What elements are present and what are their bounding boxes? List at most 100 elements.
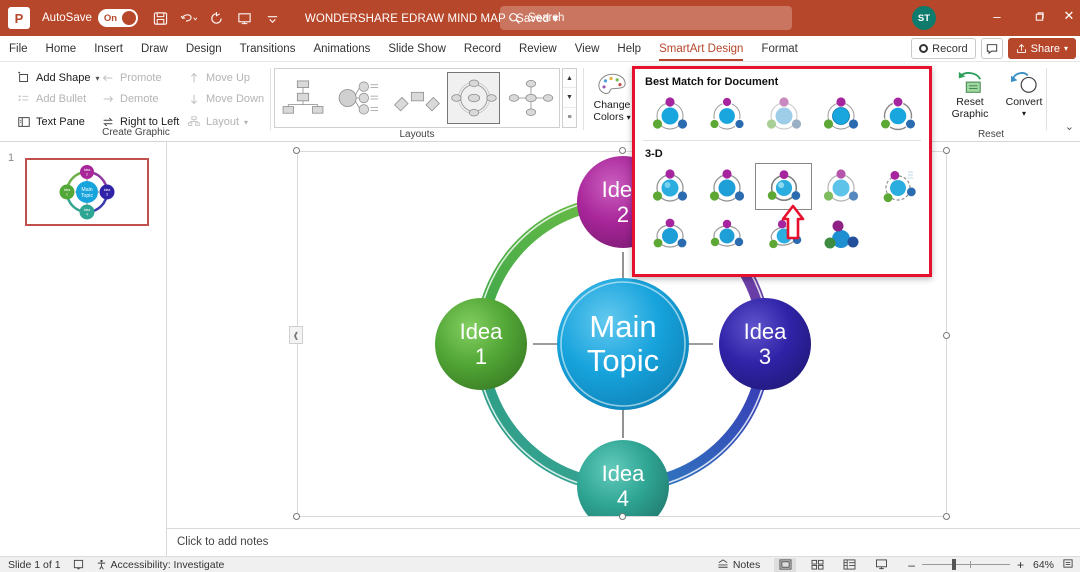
layouts-scroll-up-button[interactable]: ▲ [563, 69, 576, 88]
avatar[interactable]: ST [912, 6, 936, 30]
tab-draw[interactable]: Draw [132, 36, 177, 62]
demote-icon [100, 92, 115, 107]
redo-icon[interactable] [208, 10, 225, 27]
reset-graphic-icon [958, 71, 982, 93]
zoom-in-button[interactable]: + [1017, 558, 1024, 572]
zoom-slider[interactable]: – + [908, 558, 1024, 572]
ribbon-collapse-button[interactable]: ⌄ [1065, 120, 1074, 133]
notes-indicator-icon[interactable] [73, 559, 84, 570]
layouts-gallery-scrollbar[interactable]: ▲ ▼ ≡ [562, 68, 577, 128]
notes-button[interactable]: Notes [717, 559, 760, 571]
zoom-level[interactable]: 64% [1033, 559, 1054, 571]
reset-graphic-label-line2: Graphic [951, 108, 989, 120]
autosave-toggle[interactable]: On [97, 9, 138, 27]
tab-transitions[interactable]: Transitions [231, 36, 305, 62]
style-subtle-effect[interactable] [755, 91, 812, 138]
svg-text:3: 3 [106, 193, 108, 197]
accessibility-label: Accessibility: Investigate [110, 558, 225, 571]
idea4-line2: 4 [616, 486, 630, 511]
slide-count[interactable]: Slide 1 of 1 [8, 559, 61, 571]
start-presentation-icon[interactable] [236, 10, 253, 27]
tab-format[interactable]: Format [752, 36, 806, 62]
share-button[interactable]: Share ▾ [1007, 38, 1076, 59]
style-3d-polished[interactable] [641, 163, 698, 210]
style-3d-sunset-scene[interactable] [698, 210, 755, 257]
tab-smartart-design[interactable]: SmartArt Design [650, 36, 752, 62]
text-pane-collapse-button[interactable]: ❰ [289, 326, 303, 344]
style-3d-flat-scene[interactable] [641, 210, 698, 257]
title-bar: P AutoSave On WONDERSHARE EDRAW MIND MAP… [0, 0, 1080, 36]
node-label-idea1[interactable]: Idea 1 [435, 298, 527, 390]
customize-quick-access-icon[interactable] [264, 10, 281, 27]
slideshow-view-button[interactable] [870, 558, 892, 572]
record-label: Record [932, 42, 968, 55]
add-bullet-label: Add Bullet [36, 93, 87, 105]
fit-to-window-icon[interactable] [1062, 558, 1074, 572]
undo-icon[interactable] [180, 10, 197, 27]
record-button[interactable]: Record [911, 38, 976, 59]
node-label-main-topic[interactable]: Main Topic [557, 278, 689, 410]
slide-sorter-view-button[interactable] [806, 558, 828, 572]
reading-view-button[interactable] [838, 558, 860, 572]
accessibility-status[interactable]: Accessibility: Investigate [96, 558, 225, 571]
style-3d-brick-scene[interactable] [869, 163, 926, 210]
reset-graphic-button[interactable]: Reset Graphic [944, 70, 996, 120]
style-simple-fill[interactable] [641, 91, 698, 138]
layout-thumb-hierarchy[interactable] [277, 72, 330, 124]
notes-icon [718, 559, 728, 568]
convert-chevron-down-icon[interactable]: ▾ [1022, 108, 1026, 120]
tab-design[interactable]: Design [177, 36, 231, 62]
notes-pane[interactable]: Click to add notes [167, 528, 1080, 556]
save-icon[interactable] [152, 10, 169, 27]
slide-thumbnail-1[interactable]: Main Topic Idea 2 Idea 1 Idea 3 Idea 4 [25, 158, 149, 226]
minimize-button[interactable]: – [976, 0, 1018, 32]
add-shape-chevron-down-icon[interactable]: ▾ [95, 74, 99, 83]
tab-view[interactable]: View [566, 36, 609, 62]
layouts-more-button[interactable]: ≡ [563, 108, 576, 127]
normal-view-button[interactable] [774, 557, 797, 572]
layouts-gallery[interactable] [274, 68, 560, 128]
search-input[interactable]: Search [500, 6, 792, 30]
autosave-state: On [103, 12, 118, 24]
tab-slide-show[interactable]: Slide Show [379, 36, 455, 62]
zoom-knob[interactable] [951, 559, 956, 570]
comments-button[interactable] [980, 38, 1003, 59]
zoom-out-button[interactable]: – [908, 558, 915, 572]
layout-thumb-radial-cluster[interactable] [504, 72, 557, 124]
thumbnail-mindmap-preview: Main Topic Idea 2 Idea 1 Idea 3 Idea 4 [59, 165, 115, 220]
main-topic-line2: Topic [586, 343, 660, 378]
tab-file[interactable]: File [0, 36, 37, 62]
smartart-styles-dropdown[interactable]: Best Match for Document 3-D [632, 66, 932, 277]
tab-animations[interactable]: Animations [304, 36, 379, 62]
tab-record[interactable]: Record [455, 36, 510, 62]
style-3d-powder[interactable] [812, 163, 869, 210]
layout-thumb-cycle-matrix[interactable] [447, 72, 501, 124]
zoom-track[interactable] [921, 559, 1010, 570]
style-3d-inset[interactable] [698, 163, 755, 210]
layout-thumb-process[interactable] [391, 72, 444, 124]
idea3-line1: Idea [743, 319, 787, 344]
style-3d-cartoon[interactable] [755, 163, 812, 210]
promote-label: Promote [120, 72, 162, 84]
group-label-reset: Reset [977, 129, 1005, 140]
tab-home[interactable]: Home [37, 36, 86, 62]
close-button[interactable]: ✕ [1058, 0, 1080, 32]
restore-button[interactable] [1018, 0, 1060, 32]
convert-button[interactable]: Convert ▾ [998, 70, 1050, 120]
add-shape-button[interactable]: Add Shape ▾ [16, 68, 99, 88]
style-3d-perspective-scene[interactable] [812, 210, 869, 257]
selection-handle-bottom-right [943, 513, 950, 520]
style-intense-effect[interactable] [869, 91, 926, 138]
node-label-idea3[interactable]: Idea 3 [719, 298, 811, 390]
tab-review[interactable]: Review [510, 36, 566, 62]
tab-insert[interactable]: Insert [85, 36, 132, 62]
tab-help[interactable]: Help [608, 36, 650, 62]
style-moderate-effect[interactable] [812, 91, 869, 138]
layout-thumb-radial-list[interactable] [334, 72, 387, 124]
change-colors-button[interactable]: Change Colors ▾ [586, 72, 638, 124]
demote-label: Demote [120, 93, 159, 105]
add-bullet-button: Add Bullet [16, 89, 86, 109]
style-white-outline[interactable] [698, 91, 755, 138]
palette-icon [598, 73, 626, 94]
layouts-scroll-down-button[interactable]: ▼ [563, 89, 576, 108]
